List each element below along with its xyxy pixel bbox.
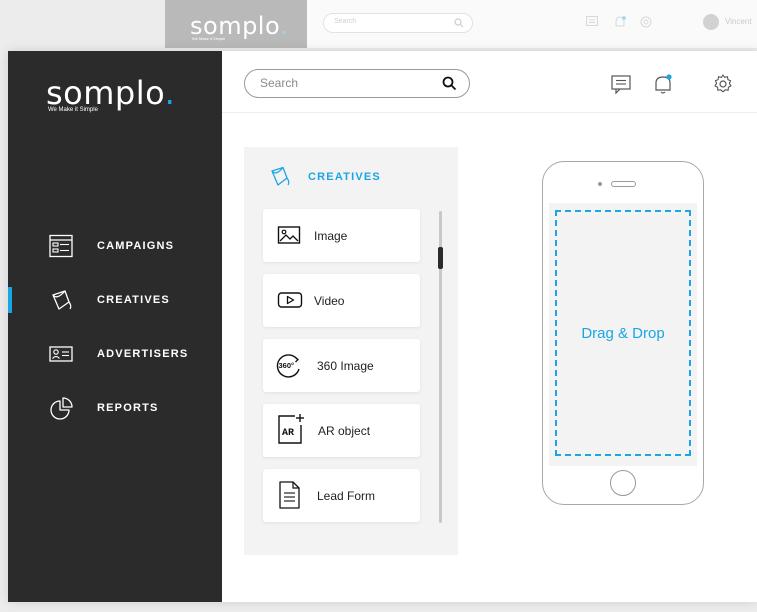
creative-item-label: Lead Form	[317, 488, 376, 503]
creatives-panel-header: CREATIVES	[268, 163, 381, 191]
video-icon	[277, 292, 303, 308]
scrollbar-thumb[interactable]	[438, 247, 443, 269]
creative-item-lead-form[interactable]: Lead Form	[263, 469, 420, 522]
creative-item-label: Image	[314, 228, 348, 243]
id-card-icon	[49, 346, 73, 362]
sidebar-item-label: CAMPAIGNS	[97, 240, 175, 252]
background-logo: somplo. We Make it Simple	[165, 0, 307, 48]
phone-speaker	[611, 181, 636, 187]
paint-bucket-icon	[52, 290, 72, 310]
main-window: somplo. We Make it Simple CAMPAIGNS CREA…	[8, 51, 757, 602]
creatives-panel-title: CREATIVES	[308, 171, 381, 183]
notification-dot	[666, 74, 672, 80]
phone-preview: Drag & Drop	[542, 161, 704, 505]
drop-zone-label: Drag & Drop	[581, 324, 665, 342]
sidebar: somplo. We Make it Simple CAMPAIGNS CREA…	[8, 51, 222, 602]
app-screen: somplo. We Make it Simple Search Vincent…	[0, 0, 757, 612]
campaigns-icon	[49, 234, 73, 258]
logo[interactable]: somplo. We Make it Simple	[46, 77, 175, 113]
svg-text:AR: AR	[282, 428, 294, 439]
pie-chart-icon	[50, 397, 73, 420]
sidebar-item-advertisers[interactable]: ADVERTISERS	[8, 327, 222, 381]
sidebar-nav: CAMPAIGNS CREATIVES ADVERTISERS REPORTS	[8, 219, 222, 435]
paint-bucket-icon	[271, 166, 290, 186]
brand-dot: .	[164, 74, 176, 112]
sidebar-item-reports[interactable]: REPORTS	[8, 381, 222, 435]
creative-item-label: Video	[314, 293, 345, 308]
image-icon	[277, 226, 301, 244]
background-window: somplo. We Make it Simple Search Vincent	[165, 0, 757, 48]
background-user-name: Vincent	[725, 17, 752, 26]
phone-camera	[598, 182, 602, 186]
sidebar-item-campaigns[interactable]: CAMPAIGNS	[8, 219, 222, 273]
sidebar-item-creatives[interactable]: CREATIVES	[8, 273, 222, 327]
background-gear-icon	[640, 16, 652, 28]
chat-icon[interactable]	[610, 73, 632, 95]
background-chat-icon	[586, 16, 598, 26]
background-search-icon	[454, 18, 464, 28]
background-avatar	[703, 14, 719, 30]
notification-bell-icon[interactable]	[652, 73, 674, 95]
creative-item-360-image[interactable]: 360° 360 Image	[263, 339, 420, 392]
drop-zone[interactable]: Drag & Drop	[555, 210, 691, 456]
creative-item-label: AR object	[318, 423, 371, 438]
sidebar-item-label: REPORTS	[97, 402, 159, 414]
sidebar-item-label: CREATIVES	[97, 294, 170, 306]
background-tagline: We Make it Simple	[192, 36, 226, 41]
settings-gear-icon[interactable]	[712, 73, 734, 95]
creatives-panel: CREATIVES Image Video 360° 360 Image AR …	[244, 147, 458, 555]
ar-icon: AR	[278, 414, 304, 444]
creative-item-label: 360 Image	[317, 358, 374, 373]
360-icon: 360°	[276, 354, 300, 378]
document-icon	[279, 481, 300, 509]
search-icon[interactable]	[442, 76, 457, 91]
svg-text:360°: 360°	[279, 361, 295, 370]
sidebar-item-label: ADVERTISERS	[97, 348, 189, 360]
phone-home-button	[610, 470, 636, 496]
creative-item-ar-object[interactable]: AR AR object	[263, 404, 420, 457]
search-field[interactable]	[244, 69, 470, 98]
top-bar	[222, 51, 757, 113]
background-search-input: Search	[323, 13, 473, 33]
search-input[interactable]	[260, 76, 430, 90]
creative-item-video[interactable]: Video	[263, 274, 420, 327]
background-bell-icon	[615, 16, 626, 27]
phone-screen: Drag & Drop	[549, 203, 697, 466]
creative-item-image[interactable]: Image	[263, 209, 420, 262]
